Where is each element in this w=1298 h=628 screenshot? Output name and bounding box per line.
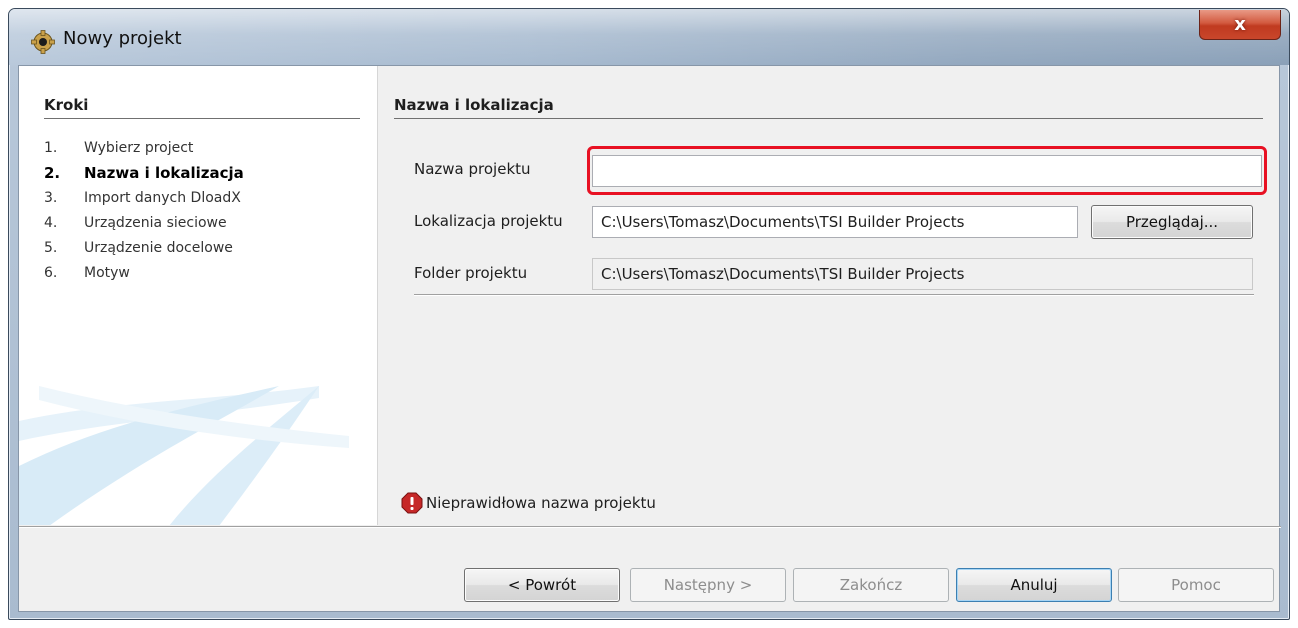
gear-icon <box>31 30 55 54</box>
close-button[interactable]: x <box>1199 10 1281 40</box>
step-item: 5. Urządzenie docelowe <box>44 240 233 256</box>
cancel-button[interactable]: Anuluj <box>956 568 1112 602</box>
step-item-active: 2. Nazwa i lokalizacja <box>44 164 244 182</box>
step-item: 6. Motyw <box>44 265 130 281</box>
project-name-label: Nazwa projektu <box>414 160 531 178</box>
step-item: 4. Urządzenia sieciowe <box>44 215 227 231</box>
footer-divider <box>19 526 1281 528</box>
finish-button[interactable]: Zakończ <box>793 568 949 602</box>
wizard-window: Nowy projekt x Kroki 1. Wybierz project 2… <box>8 8 1290 620</box>
dialog-client-area: Kroki 1. Wybierz project 2. Nazwa i lokali… <box>18 65 1281 612</box>
section-heading: Nazwa i lokalizacja <box>394 96 554 114</box>
browse-button[interactable]: Przeglądaj... <box>1091 205 1253 239</box>
project-folder-field <box>592 258 1253 290</box>
error-icon <box>401 492 423 514</box>
step-item: 3. Import danych DloadX <box>44 190 241 206</box>
form-divider <box>414 294 1254 296</box>
section-divider <box>394 118 1263 119</box>
project-name-input[interactable] <box>592 155 1262 187</box>
next-button[interactable]: Następny > <box>630 568 786 602</box>
steps-list: 1. Wybierz project 2. Nazwa i lokalizacja … <box>44 138 244 288</box>
steps-divider <box>44 118 360 119</box>
back-button[interactable]: < Powrót <box>464 568 620 602</box>
help-button[interactable]: Pomoc <box>1118 568 1274 602</box>
title-bar[interactable]: Nowy projekt x <box>9 9 1289 65</box>
error-message: Nieprawidłowa nazwa projektu <box>426 494 656 512</box>
error-message-row: Nieprawidłowa nazwa projektu <box>401 492 656 514</box>
decorative-swoosh <box>19 386 349 525</box>
step-item: 1. Wybierz project <box>44 140 194 156</box>
project-folder-label: Folder projektu <box>414 264 528 282</box>
steps-panel: Kroki 1. Wybierz project 2. Nazwa i lokali… <box>19 66 378 525</box>
steps-heading: Kroki <box>44 96 89 114</box>
window-title: Nowy projekt <box>63 28 182 49</box>
project-location-label: Lokalizacja projektu <box>414 212 563 230</box>
close-icon: x <box>1234 14 1246 35</box>
project-location-input[interactable] <box>592 206 1078 238</box>
main-panel: Nazwa i lokalizacja Nazwa projektu Lokal… <box>379 66 1281 525</box>
